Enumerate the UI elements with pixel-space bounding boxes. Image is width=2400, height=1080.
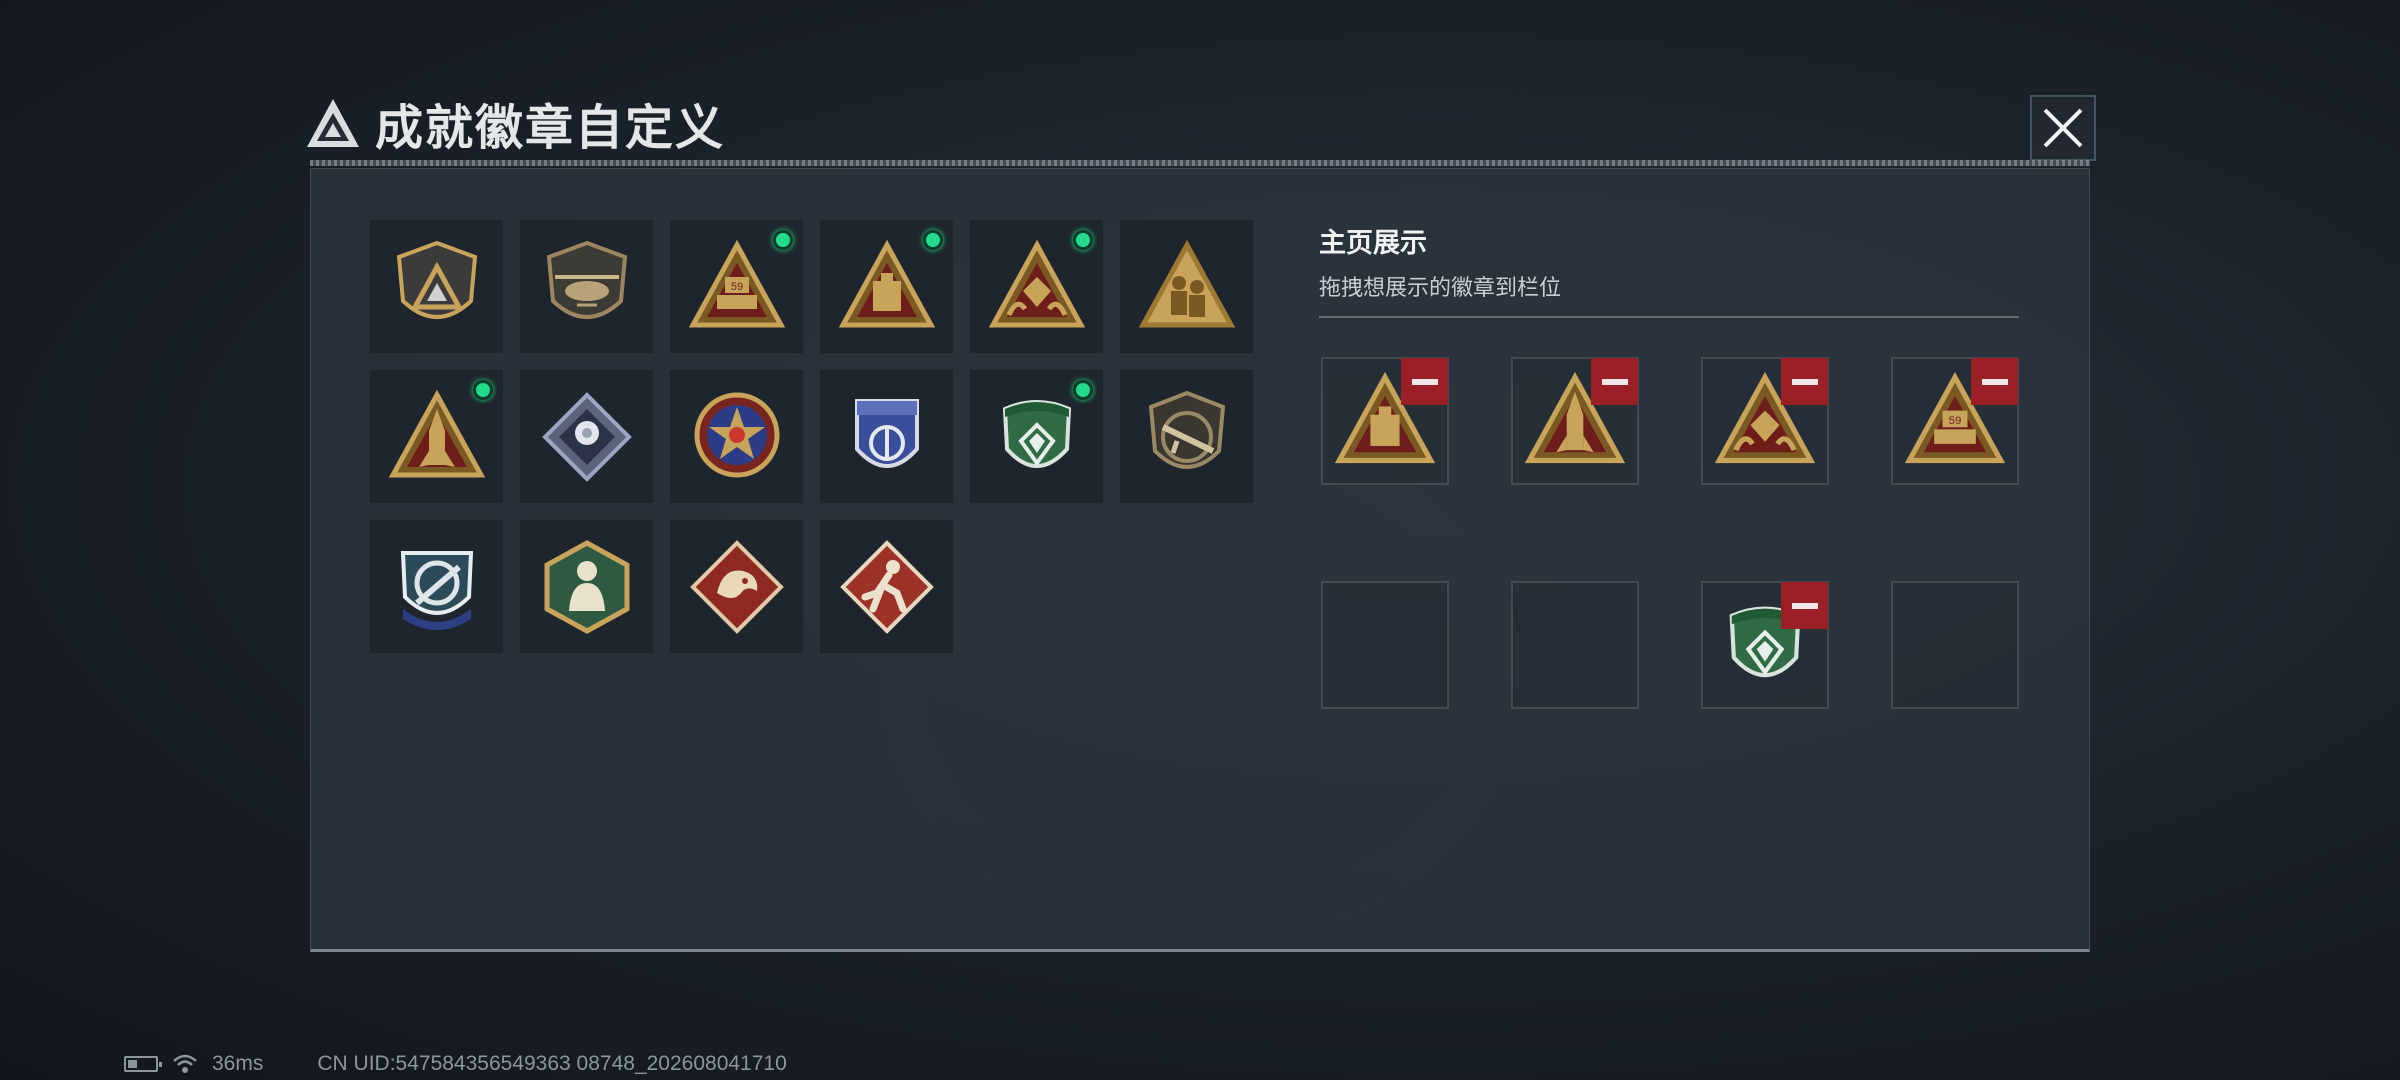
badge-tile[interactable] bbox=[369, 219, 504, 354]
display-section-header: 主页展示 拖拽想展示的徽章到栏位 bbox=[1319, 221, 2019, 318]
badge-tile[interactable] bbox=[1119, 369, 1254, 504]
display-divider bbox=[1319, 316, 2019, 318]
svg-text:59: 59 bbox=[730, 281, 742, 293]
badge-tile[interactable] bbox=[669, 519, 804, 654]
display-slot[interactable] bbox=[1701, 357, 1829, 485]
empty-display-slot[interactable] bbox=[1891, 581, 2019, 709]
badge-tile[interactable] bbox=[969, 369, 1104, 504]
triangle-logo-icon bbox=[307, 99, 359, 147]
minus-icon bbox=[1411, 378, 1438, 385]
star-medal-badge-icon bbox=[694, 392, 779, 477]
display-subtitle: 拖拽想展示的徽章到栏位 bbox=[1319, 275, 1562, 300]
helicopter-badge-icon bbox=[546, 240, 627, 319]
display-slot[interactable] bbox=[1321, 357, 1449, 485]
ping-value: 36ms bbox=[212, 1052, 264, 1075]
gem-triangle-badge-icon bbox=[988, 239, 1085, 327]
dragon-diamond-badge-icon bbox=[689, 539, 784, 634]
remove-badge-button[interactable] bbox=[1591, 358, 1638, 405]
minus-icon bbox=[1791, 602, 1818, 609]
runner-diamond-badge-icon bbox=[839, 539, 934, 634]
wifi-icon bbox=[173, 1054, 197, 1073]
display-slot[interactable] bbox=[1511, 357, 1639, 485]
minus-icon bbox=[1981, 378, 2008, 385]
rifle-shield-badge-icon bbox=[1148, 390, 1225, 469]
badge-tile[interactable] bbox=[519, 219, 654, 354]
display-slot[interactable] bbox=[1701, 581, 1829, 709]
shield-triangle-badge-icon bbox=[396, 240, 477, 319]
badge-tile[interactable] bbox=[819, 219, 954, 354]
remove-badge-button[interactable] bbox=[1781, 358, 1828, 405]
empty-display-slot[interactable] bbox=[1321, 581, 1449, 709]
blue-shield-badge-icon bbox=[854, 398, 919, 468]
equipped-indicator bbox=[1073, 380, 1093, 400]
display-slots: 59 bbox=[1321, 357, 2019, 709]
equipped-indicator bbox=[773, 230, 793, 250]
empty-display-slot[interactable] bbox=[1511, 581, 1639, 709]
crosshair-shield-badge-icon bbox=[400, 550, 473, 630]
title-bar: 成就徽章自定义 bbox=[305, 88, 725, 158]
badge-tile[interactable] bbox=[369, 519, 504, 654]
badge-tile[interactable] bbox=[819, 519, 954, 654]
soldiers-triangle-badge-icon bbox=[1138, 239, 1235, 327]
battery-icon bbox=[124, 1056, 162, 1072]
soldier-59-triangle-badge-icon: 59 bbox=[688, 239, 785, 327]
hexagon-figure-badge-icon bbox=[544, 539, 629, 634]
equipped-indicator bbox=[1073, 230, 1093, 250]
green-gem-shield-badge-icon bbox=[1002, 399, 1071, 468]
page-title: 成就徽章自定义 bbox=[375, 102, 726, 155]
badge-tile[interactable] bbox=[1119, 219, 1254, 354]
badge-tile[interactable] bbox=[519, 369, 654, 504]
rose-diamond-badge-icon bbox=[541, 391, 632, 482]
uid-text: CN UID:547584356549363 08748_20260804171… bbox=[317, 1052, 787, 1075]
minus-icon bbox=[1601, 378, 1628, 385]
close-icon bbox=[2043, 108, 2083, 148]
missile-triangle-badge-icon bbox=[388, 389, 485, 477]
display-title: 主页展示 bbox=[1319, 228, 1427, 258]
close-button[interactable] bbox=[2030, 95, 2096, 161]
remove-badge-button[interactable] bbox=[1971, 358, 2018, 405]
badge-tile[interactable] bbox=[969, 219, 1104, 354]
badge-tile[interactable] bbox=[819, 369, 954, 504]
status-footer: 36ms CN UID:547584356549363 08748_202608… bbox=[124, 1052, 787, 1076]
equipped-indicator bbox=[473, 380, 493, 400]
equipped-indicator bbox=[923, 230, 943, 250]
bunker-triangle-badge-icon bbox=[838, 239, 935, 327]
minus-icon bbox=[1791, 378, 1818, 385]
badge-tile[interactable] bbox=[369, 369, 504, 504]
header-divider bbox=[310, 160, 2090, 166]
remove-badge-button[interactable] bbox=[1401, 358, 1448, 405]
svg-text:59: 59 bbox=[1949, 415, 1962, 427]
badge-panel: 59 主页展示 拖拽想展示的徽章到栏位 59 bbox=[310, 168, 2090, 952]
display-slot[interactable]: 59 bbox=[1891, 357, 2019, 485]
badge-tile[interactable] bbox=[669, 369, 804, 504]
badge-tile[interactable] bbox=[519, 519, 654, 654]
badge-collection: 59 bbox=[369, 219, 1254, 654]
badge-tile[interactable]: 59 bbox=[669, 219, 804, 354]
remove-badge-button[interactable] bbox=[1781, 582, 1828, 629]
